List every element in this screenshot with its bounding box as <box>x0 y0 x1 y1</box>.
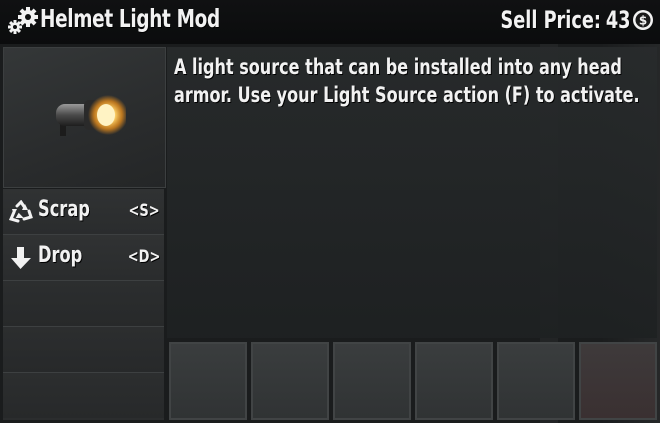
mod-slot[interactable] <box>169 342 247 420</box>
sell-price-value: 43 <box>605 6 630 34</box>
sell-price: Sell Price: 43 $ <box>472 4 655 36</box>
empty-action-slot <box>3 281 164 327</box>
item-title: Helmet Light Mod <box>40 4 220 33</box>
item-description: A light source that can be installed int… <box>174 55 640 107</box>
action-scrap-key: <S> <box>128 201 160 221</box>
arrow-down-icon <box>11 247 31 269</box>
recycle-icon <box>8 200 33 223</box>
action-drop[interactable]: Drop <D> <box>3 235 164 281</box>
actions-list: Scrap <S> Drop <D> <box>3 189 164 420</box>
mod-slot[interactable] <box>251 342 329 420</box>
helmet-light-icon <box>56 95 126 136</box>
mod-slot[interactable] <box>497 342 575 420</box>
gears-icon <box>8 7 38 34</box>
action-drop-key: <D> <box>127 247 160 267</box>
item-icon-panel <box>3 47 166 188</box>
action-drop-label: Drop <box>38 243 83 268</box>
empty-action-slot <box>3 373 164 418</box>
sell-price-label: Sell Price: <box>500 6 601 34</box>
coin-icon: $ <box>633 10 653 30</box>
mod-slot[interactable] <box>415 342 493 420</box>
svg-text:$: $ <box>639 14 647 28</box>
action-scrap[interactable]: Scrap <S> <box>3 189 164 235</box>
mod-slot[interactable] <box>579 342 657 420</box>
title-bar: Helmet Light Mod Sell Price: 43 $ <box>0 0 660 44</box>
mod-slot[interactable] <box>333 342 411 420</box>
description-panel: A light source that can be installed int… <box>167 47 657 338</box>
action-scrap-label: Scrap <box>38 197 90 222</box>
mod-slots <box>167 340 660 423</box>
empty-action-slot <box>3 327 164 373</box>
